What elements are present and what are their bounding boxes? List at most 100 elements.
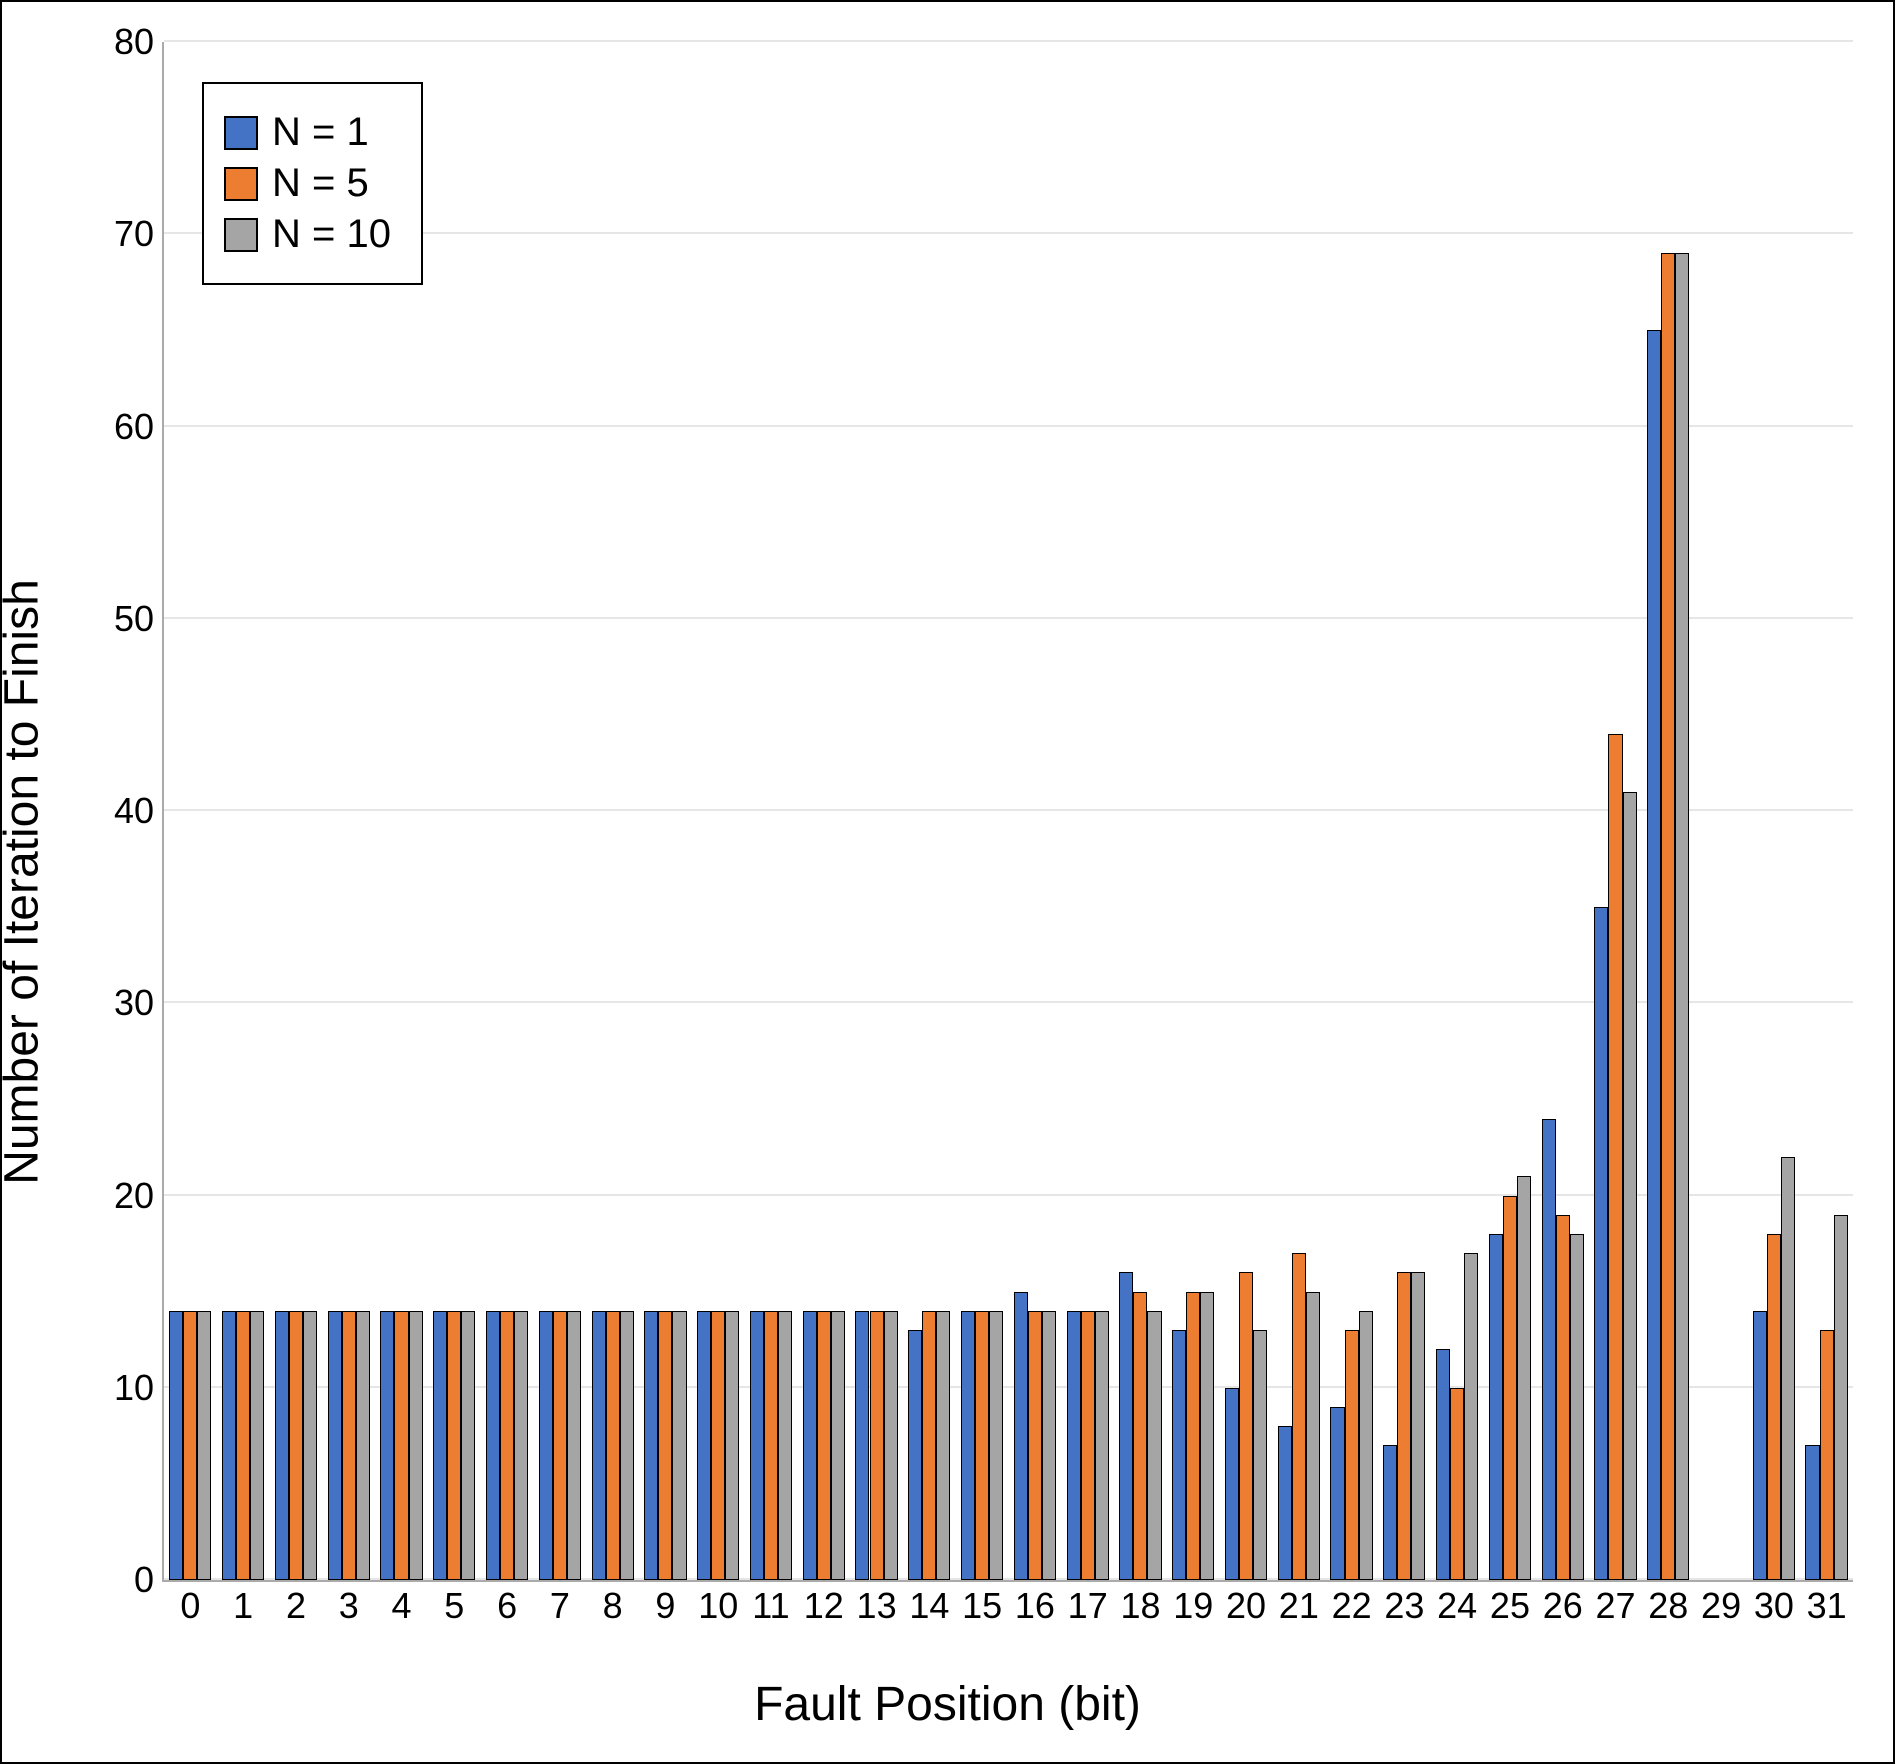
x-tick-label: 18 bbox=[1120, 1585, 1160, 1627]
bar bbox=[342, 1311, 356, 1580]
bar bbox=[380, 1311, 394, 1580]
y-tick-label: 70 bbox=[84, 213, 154, 255]
bar bbox=[553, 1311, 567, 1580]
bar bbox=[303, 1311, 317, 1580]
x-axis-label: Fault Position (bit) bbox=[754, 1677, 1141, 1732]
bar bbox=[250, 1311, 264, 1580]
bar bbox=[870, 1311, 884, 1580]
bar bbox=[1805, 1445, 1819, 1580]
bar bbox=[606, 1311, 620, 1580]
bar bbox=[1450, 1388, 1464, 1580]
bar bbox=[697, 1311, 711, 1580]
x-tick-label: 10 bbox=[698, 1585, 738, 1627]
x-tick-label: 4 bbox=[382, 1585, 422, 1627]
bar bbox=[1542, 1119, 1556, 1580]
x-tick-label: 8 bbox=[593, 1585, 633, 1627]
x-tick-label: 22 bbox=[1332, 1585, 1372, 1627]
x-tick-label: 9 bbox=[645, 1585, 685, 1627]
bar bbox=[1306, 1292, 1320, 1580]
x-tick-label: 15 bbox=[962, 1585, 1002, 1627]
legend-label: N = 10 bbox=[272, 212, 391, 257]
bar bbox=[1014, 1292, 1028, 1580]
bar bbox=[817, 1311, 831, 1580]
x-tick-label: 12 bbox=[804, 1585, 844, 1627]
bar bbox=[1767, 1234, 1781, 1580]
bar bbox=[1661, 253, 1675, 1580]
y-tick-label: 0 bbox=[84, 1559, 154, 1601]
bar bbox=[1119, 1272, 1133, 1580]
x-tick-label: 28 bbox=[1648, 1585, 1688, 1627]
y-tick-label: 40 bbox=[84, 790, 154, 832]
legend-swatch bbox=[224, 116, 258, 150]
x-tick-label: 11 bbox=[751, 1585, 791, 1627]
bar bbox=[539, 1311, 553, 1580]
bar bbox=[1359, 1311, 1373, 1580]
bar bbox=[197, 1311, 211, 1580]
x-tick-label: 6 bbox=[487, 1585, 527, 1627]
bar bbox=[1820, 1330, 1834, 1580]
bar bbox=[975, 1311, 989, 1580]
bar bbox=[1042, 1311, 1056, 1580]
legend-label: N = 5 bbox=[272, 161, 369, 206]
x-tick-label: 16 bbox=[1015, 1585, 1055, 1627]
bar bbox=[500, 1311, 514, 1580]
bar bbox=[884, 1311, 898, 1580]
bar bbox=[1570, 1234, 1584, 1580]
bar bbox=[1753, 1311, 1767, 1580]
bar bbox=[222, 1311, 236, 1580]
legend-swatch bbox=[224, 218, 258, 252]
bar bbox=[486, 1311, 500, 1580]
x-tick-label: 21 bbox=[1279, 1585, 1319, 1627]
bar bbox=[908, 1330, 922, 1580]
x-tick-label: 30 bbox=[1754, 1585, 1794, 1627]
x-tick-label: 29 bbox=[1701, 1585, 1741, 1627]
bar bbox=[989, 1311, 1003, 1580]
bar bbox=[1225, 1388, 1239, 1580]
bar bbox=[1834, 1215, 1848, 1580]
x-tick-label: 13 bbox=[857, 1585, 897, 1627]
bar bbox=[1278, 1426, 1292, 1580]
bar bbox=[1253, 1330, 1267, 1580]
bar bbox=[1647, 330, 1661, 1580]
y-tick-label: 20 bbox=[84, 1175, 154, 1217]
bar bbox=[409, 1311, 423, 1580]
legend-item: N = 1 bbox=[224, 110, 391, 155]
x-tick-label: 26 bbox=[1543, 1585, 1583, 1627]
bar bbox=[711, 1311, 725, 1580]
bar bbox=[356, 1311, 370, 1580]
bar bbox=[936, 1311, 950, 1580]
bar bbox=[1172, 1330, 1186, 1580]
x-tick-label: 14 bbox=[909, 1585, 949, 1627]
x-tick-label: 3 bbox=[329, 1585, 369, 1627]
bar bbox=[855, 1311, 869, 1580]
chart-figure: Number of Iteration to Finish Fault Posi… bbox=[0, 0, 1895, 1764]
bar bbox=[778, 1311, 792, 1580]
bar bbox=[169, 1311, 183, 1580]
x-tick-label: 24 bbox=[1437, 1585, 1477, 1627]
bar bbox=[1781, 1157, 1795, 1580]
bar bbox=[620, 1311, 634, 1580]
bar bbox=[1503, 1196, 1517, 1581]
bar bbox=[1383, 1445, 1397, 1580]
bar bbox=[1608, 734, 1622, 1580]
bar bbox=[447, 1311, 461, 1580]
legend-label: N = 1 bbox=[272, 110, 369, 155]
bar bbox=[514, 1311, 528, 1580]
bar bbox=[1436, 1349, 1450, 1580]
bar bbox=[1200, 1292, 1214, 1580]
bar bbox=[1489, 1234, 1503, 1580]
bar bbox=[1397, 1272, 1411, 1580]
y-tick-label: 50 bbox=[84, 598, 154, 640]
bar bbox=[1594, 907, 1608, 1580]
bar bbox=[461, 1311, 475, 1580]
bar bbox=[658, 1311, 672, 1580]
bar bbox=[1623, 792, 1637, 1580]
x-tick-label: 17 bbox=[1068, 1585, 1108, 1627]
x-tick-label: 2 bbox=[276, 1585, 316, 1627]
bar bbox=[922, 1311, 936, 1580]
bar bbox=[1345, 1330, 1359, 1580]
bar bbox=[961, 1311, 975, 1580]
legend-swatch bbox=[224, 167, 258, 201]
bar bbox=[803, 1311, 817, 1580]
bar bbox=[725, 1311, 739, 1580]
